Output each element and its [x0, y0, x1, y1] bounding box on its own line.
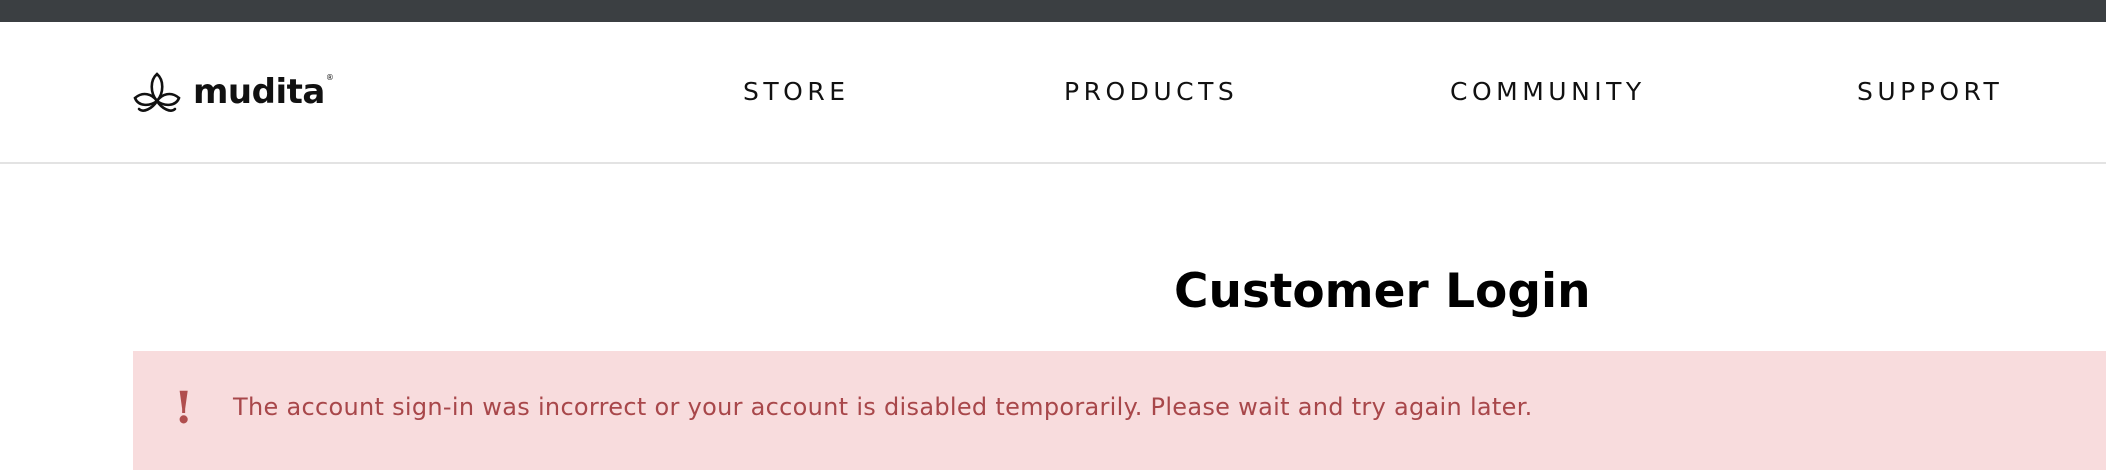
error-alert: ! The account sign-in was incorrect or y…	[133, 351, 2106, 470]
alert-message: The account sign-in was incorrect or you…	[233, 393, 1533, 421]
lotus-icon	[133, 72, 181, 112]
top-bar	[0, 0, 2106, 22]
nav-support[interactable]: SUPPORT	[1857, 77, 2003, 107]
site-header: mudita ® STORE PRODUCTS COMMUNITY SUPPOR…	[0, 22, 2106, 164]
page-title: Customer Login	[1174, 264, 1591, 319]
brand-name: mudita	[193, 72, 325, 112]
nav-products[interactable]: PRODUCTS	[1064, 77, 1238, 107]
nav-community[interactable]: COMMUNITY	[1450, 77, 1646, 107]
exclamation-icon: !	[174, 383, 194, 434]
nav-store[interactable]: STORE	[743, 77, 849, 107]
brand-logo[interactable]: mudita ®	[133, 71, 334, 115]
registered-mark: ®	[325, 72, 334, 82]
